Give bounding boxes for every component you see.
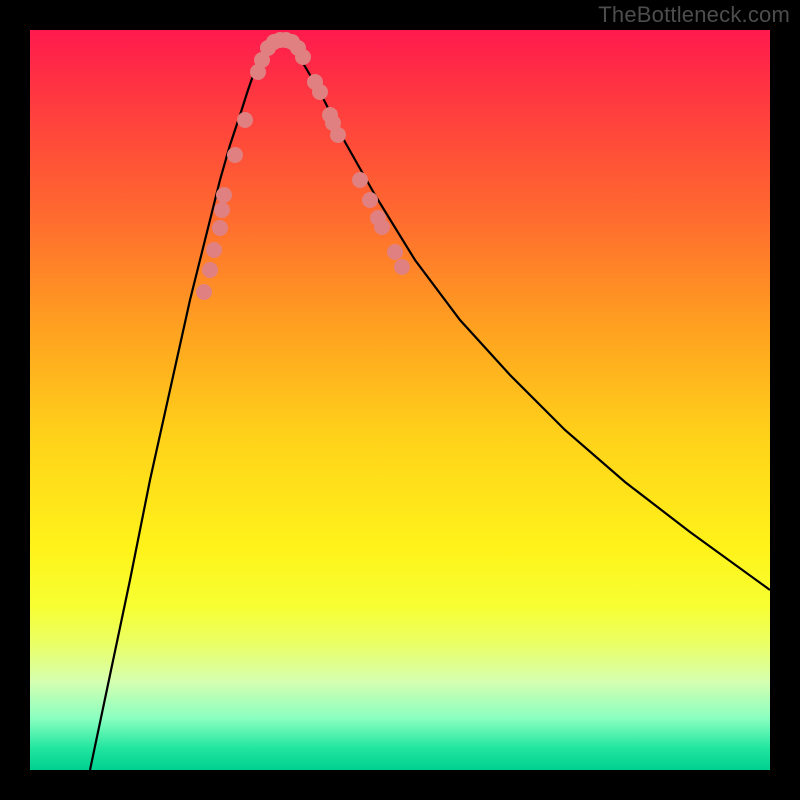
marker-dot: [212, 220, 228, 236]
marker-group: [196, 32, 410, 300]
marker-dot: [196, 284, 212, 300]
curve-left: [90, 40, 280, 770]
plot-area: [30, 30, 770, 770]
marker-dot: [374, 219, 390, 235]
marker-dot: [216, 187, 232, 203]
marker-dot: [206, 242, 222, 258]
outer-frame: TheBottleneck.com: [0, 0, 800, 800]
marker-dot: [227, 147, 243, 163]
marker-dot: [362, 192, 378, 208]
watermark-text: TheBottleneck.com: [598, 2, 790, 28]
marker-dot: [312, 84, 328, 100]
chart-svg: [30, 30, 770, 770]
marker-dot: [394, 259, 410, 275]
marker-dot: [295, 49, 311, 65]
curve-right: [280, 40, 770, 590]
marker-dot: [237, 112, 253, 128]
marker-dot: [202, 262, 218, 278]
marker-dot: [387, 244, 403, 260]
marker-dot: [214, 202, 230, 218]
marker-dot: [330, 127, 346, 143]
marker-dot: [352, 172, 368, 188]
